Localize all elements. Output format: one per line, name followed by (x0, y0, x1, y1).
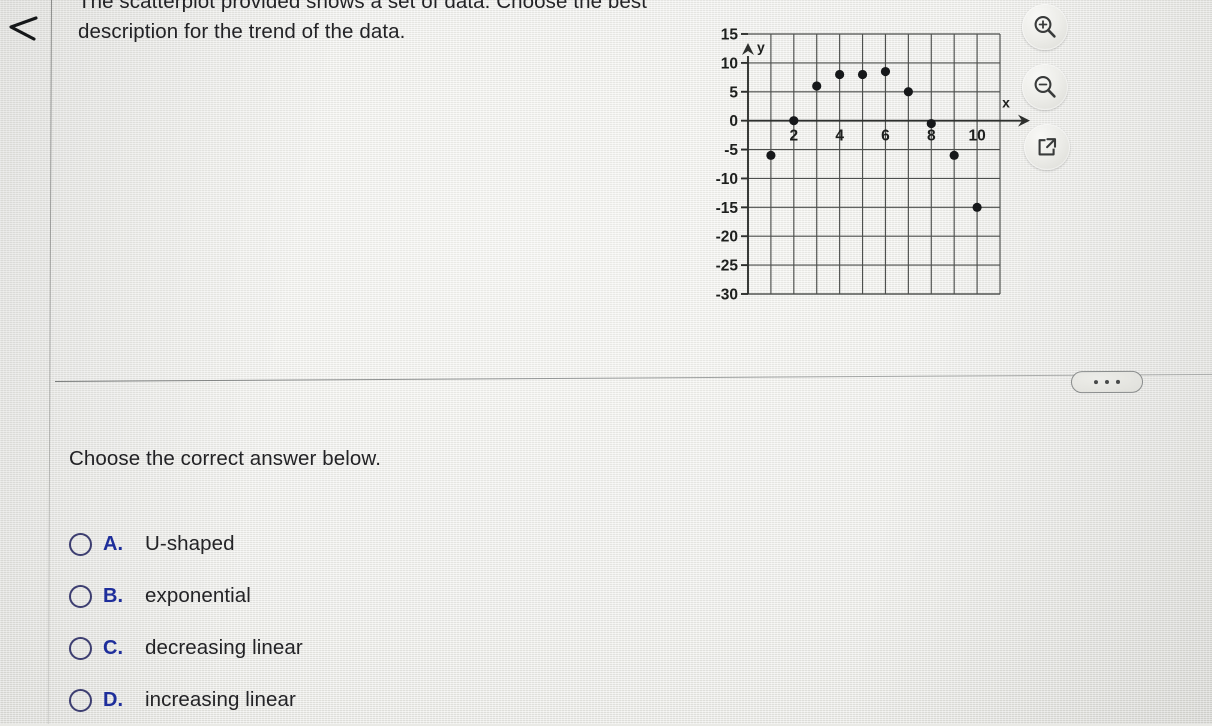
x-tick-label: 6 (881, 128, 890, 145)
y-tick-label: -30 (716, 287, 738, 304)
x-tick-label: 2 (790, 128, 799, 145)
x-tick-label: 4 (835, 128, 844, 145)
y-tick-label: -20 (716, 229, 738, 246)
section-divider (54, 373, 1212, 382)
data-point (903, 87, 913, 97)
back-arrow-icon[interactable] (4, 6, 46, 48)
y-tick-label: 15 (721, 27, 739, 44)
answer-choice-d[interactable]: D. increasing linear (69, 674, 629, 726)
zoom-in-button[interactable] (1022, 4, 1068, 50)
scatterplot-figure[interactable]: 15 10 5 0 -5 -10 -15 -20 -25 -30 2 4 6 8 10 x y (700, 0, 1030, 312)
data-point (926, 118, 936, 129)
x-tick-label: 8 (927, 128, 936, 145)
vertical-divider (47, 0, 52, 724)
external-link-icon (1038, 138, 1057, 156)
scatterplot-svg: 15 10 5 0 -5 -10 -15 -20 -25 -30 2 4 6 8 10 x y (716, 27, 1030, 304)
radio-button[interactable] (69, 636, 92, 660)
data-point (857, 69, 868, 80)
open-in-new-window-button[interactable] (1024, 124, 1070, 170)
y-tick-label: 5 (729, 84, 738, 101)
x-axis-label: x (1002, 95, 1010, 111)
radio-button[interactable] (69, 584, 92, 608)
answer-choice-list: A. U-shaped B. exponential C. decreasing line… (69, 518, 629, 726)
magnifier-plus-icon (1034, 16, 1056, 38)
answer-choice-c[interactable]: C. decreasing linear (69, 622, 629, 674)
radio-button[interactable] (69, 688, 92, 712)
y-tick-label: -15 (716, 200, 739, 217)
choice-text: U-shaped (145, 532, 235, 555)
dot (1104, 379, 1110, 385)
data-point (789, 116, 799, 126)
choice-text: exponential (145, 584, 251, 607)
choice-letter: D. (103, 688, 123, 711)
y-axis-arrowhead (742, 43, 754, 55)
choice-letter: C. (103, 636, 123, 659)
dot (1093, 380, 1099, 385)
choice-text: increasing linear (145, 688, 296, 711)
choice-letter: B. (103, 584, 123, 607)
y-tick-label: -5 (724, 142, 738, 159)
dot (1115, 379, 1121, 384)
more-options-button[interactable] (1070, 370, 1144, 394)
data-point (835, 69, 845, 80)
y-tick-label: -10 (716, 171, 738, 188)
answer-choice-a[interactable]: A. U-shaped (69, 518, 629, 570)
data-point (972, 202, 982, 212)
y-tick-label: -25 (716, 258, 739, 275)
choice-letter: A. (103, 532, 123, 555)
magnifier-minus-icon (1034, 76, 1056, 98)
y-axis-label: y (757, 39, 765, 55)
y-tick-label: 0 (729, 113, 738, 130)
question-text: The scatterplot provided shows a set of … (78, 0, 648, 43)
data-point (766, 150, 776, 160)
zoom-out-button[interactable] (1022, 64, 1068, 110)
y-tick-label: 10 (721, 55, 738, 72)
data-point (812, 81, 822, 91)
x-tick-label: 10 (968, 128, 985, 145)
data-point (949, 150, 959, 160)
choice-text: decreasing linear (145, 636, 303, 659)
radio-button[interactable] (69, 532, 92, 556)
data-point (880, 66, 891, 77)
answer-prompt: Choose the correct answer below. (69, 447, 382, 470)
answer-choice-b[interactable]: B. exponential (69, 570, 629, 622)
